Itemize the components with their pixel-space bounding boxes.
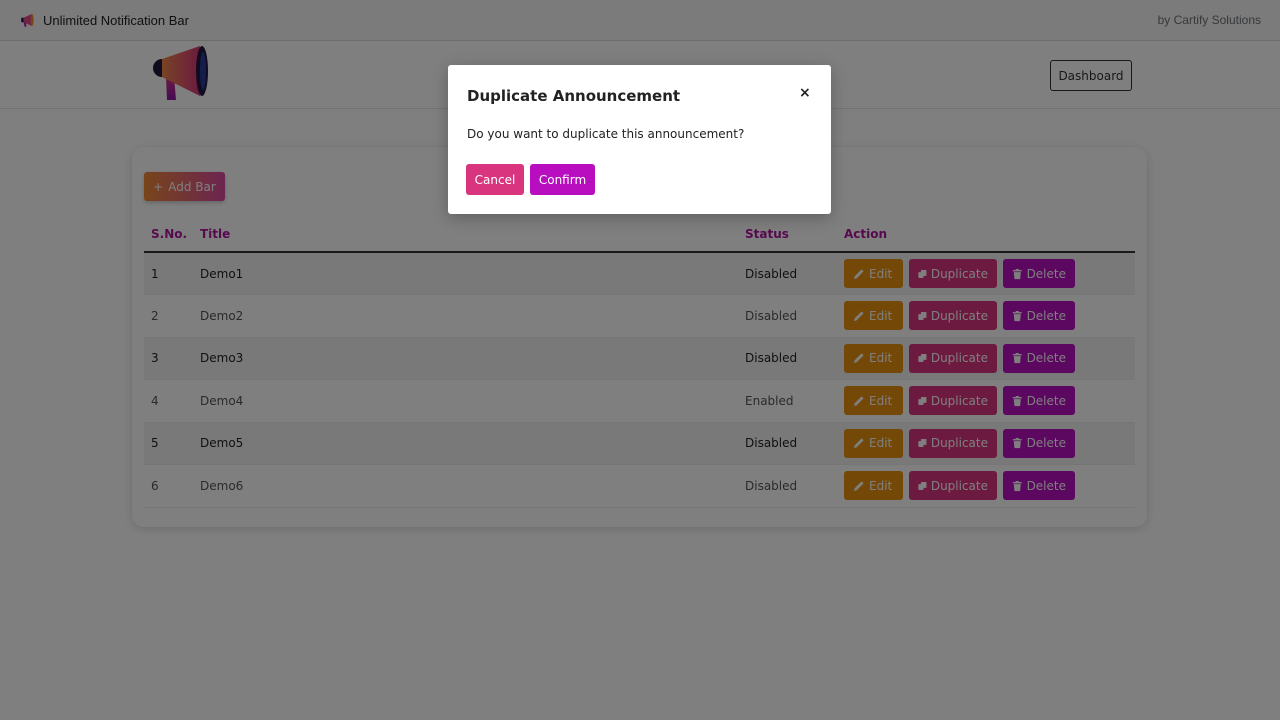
dialog-message: Do you want to duplicate this announceme… (467, 127, 745, 141)
dialog-title: Duplicate Announcement (467, 87, 681, 105)
confirm-button[interactable]: Confirm (530, 164, 595, 195)
cancel-button[interactable]: Cancel (466, 164, 524, 195)
close-icon[interactable]: × (799, 85, 811, 101)
duplicate-dialog: Duplicate Announcement × Do you want to … (448, 65, 831, 214)
